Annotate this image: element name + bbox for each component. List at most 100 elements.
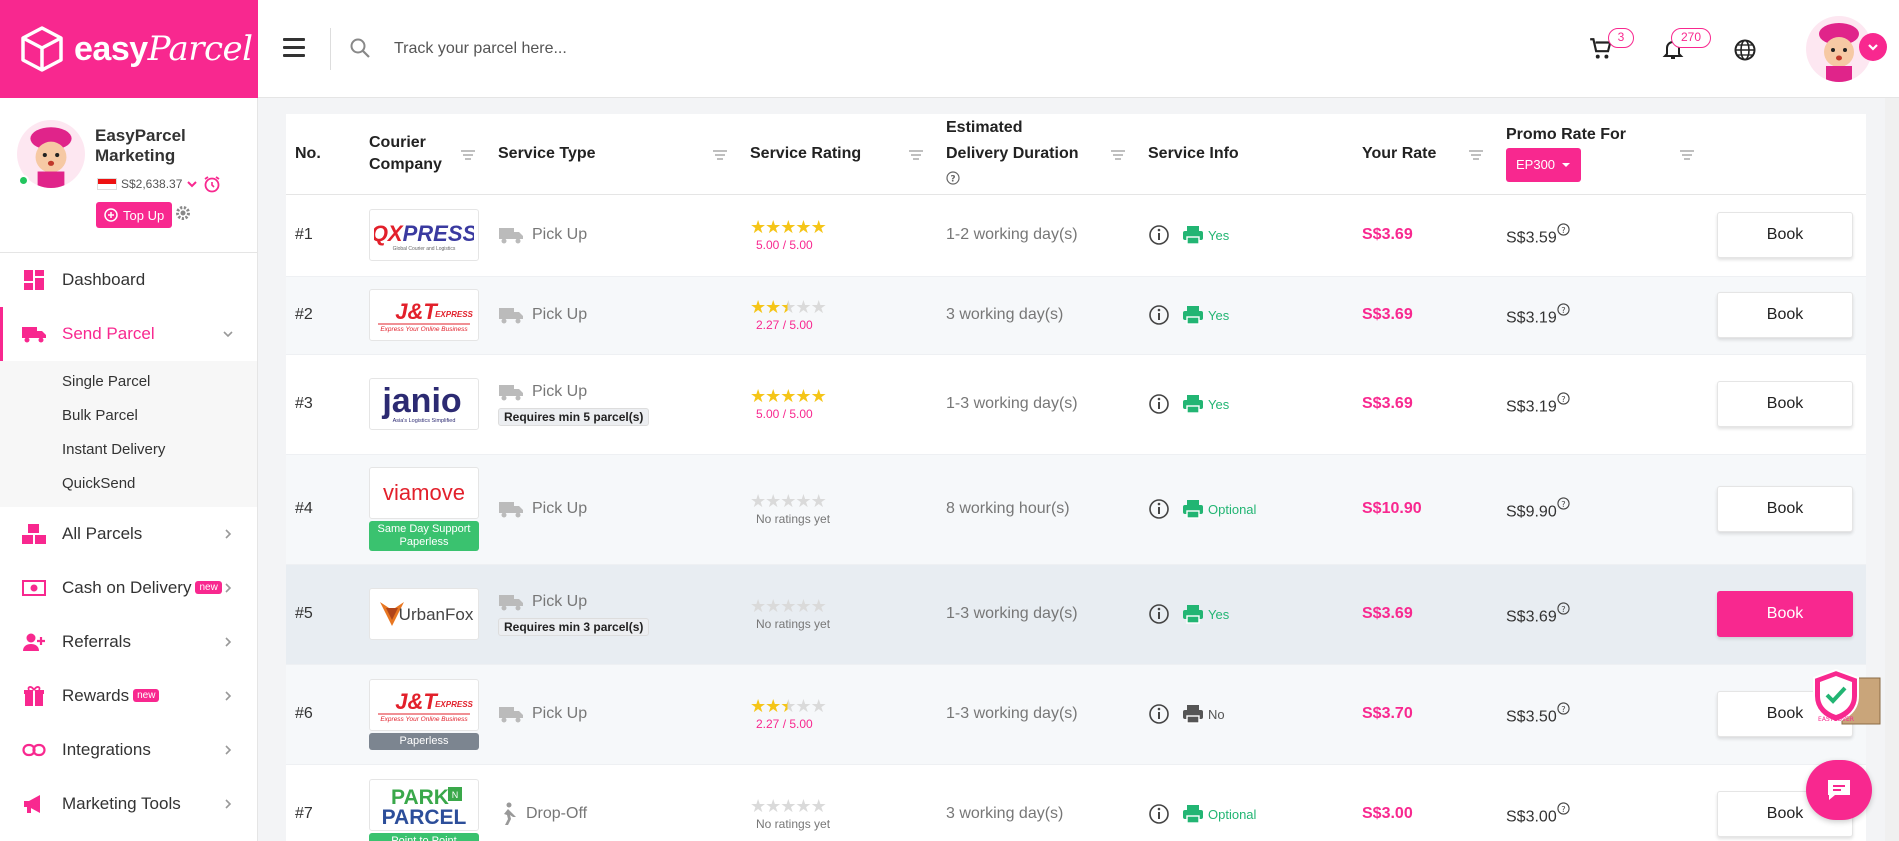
col-duration[interactable]: Estimated Delivery Duration ?: [937, 114, 1139, 195]
printer-icon: [1183, 805, 1203, 824]
printer-icon: [1183, 306, 1203, 325]
svg-text:?: ?: [1561, 804, 1565, 814]
action-cell: Book: [1708, 564, 1866, 665]
service-info-cell: Yes: [1139, 354, 1353, 455]
globe-icon[interactable]: [1733, 38, 1757, 62]
new-badge: new: [133, 688, 160, 702]
truck-icon: [20, 322, 48, 346]
info-icon[interactable]: [1148, 703, 1170, 725]
help-icon[interactable]: ?: [1557, 392, 1570, 405]
rating-text: No ratings yet: [756, 817, 831, 831]
gear-icon[interactable]: [175, 205, 191, 221]
notifications-button[interactable]: 270: [1661, 28, 1711, 67]
track-parcel-input[interactable]: [394, 32, 894, 66]
promo-code-dropdown[interactable]: EP300: [1506, 147, 1582, 182]
rating-cell: ★★★★★ No ratings yet: [741, 454, 937, 565]
help-icon[interactable]: ?: [1557, 223, 1570, 236]
nav-send-parcel[interactable]: Send Parcel: [0, 307, 257, 361]
account-dropdown-button[interactable]: [1859, 33, 1887, 61]
nav-cash-on-delivery[interactable]: Cash on Delivery new: [0, 561, 257, 615]
svg-text:J&T: J&T: [395, 689, 438, 714]
nav-single-parcel[interactable]: Single Parcel: [0, 365, 257, 399]
row-number: #7: [286, 764, 360, 841]
info-icon[interactable]: [1148, 393, 1170, 415]
brand-logo[interactable]: easyParcel: [0, 0, 258, 98]
star-rating: ★★★★★: [750, 491, 827, 511]
caret-down-icon: [1562, 162, 1571, 167]
nav-bulk-parcel[interactable]: Bulk Parcel: [0, 399, 257, 433]
rating-text: 5.00 / 5.00: [756, 238, 813, 252]
courier-logo: PARK N PARCEL: [369, 778, 479, 831]
courier-logo: janio Asia's Logistics Simplified: [369, 378, 479, 430]
help-icon[interactable]: ?: [1557, 497, 1570, 510]
send-parcel-submenu: Single Parcel Bulk Parcel Instant Delive…: [0, 361, 257, 507]
printer-icon: [1183, 226, 1203, 245]
courier-logo: viamove: [369, 467, 479, 519]
col-action: [1708, 114, 1866, 195]
book-button[interactable]: Book: [1717, 486, 1853, 532]
min-parcel-requirement: Requires min 3 parcel(s): [498, 618, 650, 636]
svg-text:Asia's Logistics Simplified: Asia's Logistics Simplified: [393, 418, 456, 424]
truck-icon: [499, 707, 523, 723]
shield-check-icon: EASYCOVER: [1813, 668, 1881, 725]
nav-rewards[interactable]: Rewards new: [0, 669, 257, 723]
col-service-type[interactable]: Service Type: [489, 114, 741, 195]
min-parcel-requirement: Requires min 5 parcel(s): [498, 408, 650, 426]
help-icon[interactable]: ?: [1557, 303, 1570, 316]
info-icon[interactable]: [1148, 224, 1170, 246]
nav-integrations[interactable]: Integrations: [0, 723, 257, 777]
alarm-clock-icon[interactable]: [202, 174, 222, 194]
book-button[interactable]: Book: [1717, 591, 1853, 637]
table-row: #3 janio Asia's Logistics Simplified Pick…: [286, 354, 1866, 455]
nav-marketing-tools[interactable]: Marketing Tools: [0, 777, 257, 831]
col-courier[interactable]: Courier Company: [360, 114, 489, 195]
service-info-cell: No: [1139, 664, 1353, 765]
sort-icon[interactable]: [461, 150, 475, 160]
info-icon[interactable]: [1148, 603, 1170, 625]
book-button[interactable]: Book: [1717, 381, 1853, 427]
book-button[interactable]: Book: [1717, 292, 1853, 338]
info-icon[interactable]: [1148, 803, 1170, 825]
promo-rate: S$3.19: [1506, 309, 1557, 327]
help-icon[interactable]: ?: [1557, 602, 1570, 615]
nav-instant-delivery[interactable]: Instant Delivery: [0, 433, 257, 467]
help-icon[interactable]: ?: [1557, 702, 1570, 715]
col-your-rate[interactable]: Your Rate: [1353, 114, 1497, 195]
svg-text:EXPRESS: EXPRESS: [435, 700, 473, 709]
courier-tag: Point to Point: [369, 832, 479, 841]
chat-button[interactable]: [1806, 760, 1872, 820]
sort-icon[interactable]: [1111, 150, 1125, 160]
sort-icon[interactable]: [713, 150, 727, 160]
info-icon[interactable]: [1148, 498, 1170, 520]
courier-cell: QXPRESSGlobal Courier and Logistics: [360, 194, 489, 277]
chevron-down-icon[interactable]: [186, 178, 198, 190]
nav-label: Referrals: [62, 632, 131, 651]
nav-referrals[interactable]: Referrals: [0, 615, 257, 669]
printer-icon: [1183, 605, 1203, 624]
sort-icon[interactable]: [1680, 150, 1694, 160]
nav-all-parcels[interactable]: All Parcels: [0, 507, 257, 561]
table-row: #6 J&T EXPRESS Express Your Online Busines…: [286, 664, 1866, 765]
courier-cell: J&T EXPRESS Express Your Online Business: [360, 276, 489, 355]
book-button[interactable]: Book: [1717, 212, 1853, 258]
svg-text:Global Courier and Logistics: Global Courier and Logistics: [393, 246, 456, 252]
your-rate: S$3.69: [1353, 354, 1497, 455]
sort-icon[interactable]: [909, 150, 923, 160]
help-icon[interactable]: ?: [946, 171, 960, 185]
sort-icon[interactable]: [1469, 150, 1483, 160]
easycover-badge[interactable]: EASYCOVER: [1806, 666, 1882, 728]
nav-dashboard[interactable]: Dashboard: [0, 253, 257, 307]
col-promo-rate[interactable]: Promo Rate For EP300: [1497, 114, 1708, 195]
menu-icon[interactable]: [283, 38, 305, 58]
top-up-button[interactable]: Top Up: [96, 202, 173, 228]
delivery-duration: 1-3 working day(s): [937, 664, 1139, 765]
page-scrollbar[interactable]: [1885, 98, 1899, 841]
profile-card: EasyParcel Marketing S$2,638.37 Top Up: [0, 98, 257, 253]
info-icon[interactable]: [1148, 304, 1170, 326]
nav-quicksend[interactable]: QuickSend: [0, 467, 257, 501]
cart-button[interactable]: 3: [1588, 28, 1634, 67]
cube-logo-icon: [21, 26, 63, 72]
help-icon[interactable]: ?: [1557, 802, 1570, 815]
svg-text:?: ?: [1561, 499, 1565, 509]
col-service-rating[interactable]: Service Rating: [741, 114, 937, 195]
